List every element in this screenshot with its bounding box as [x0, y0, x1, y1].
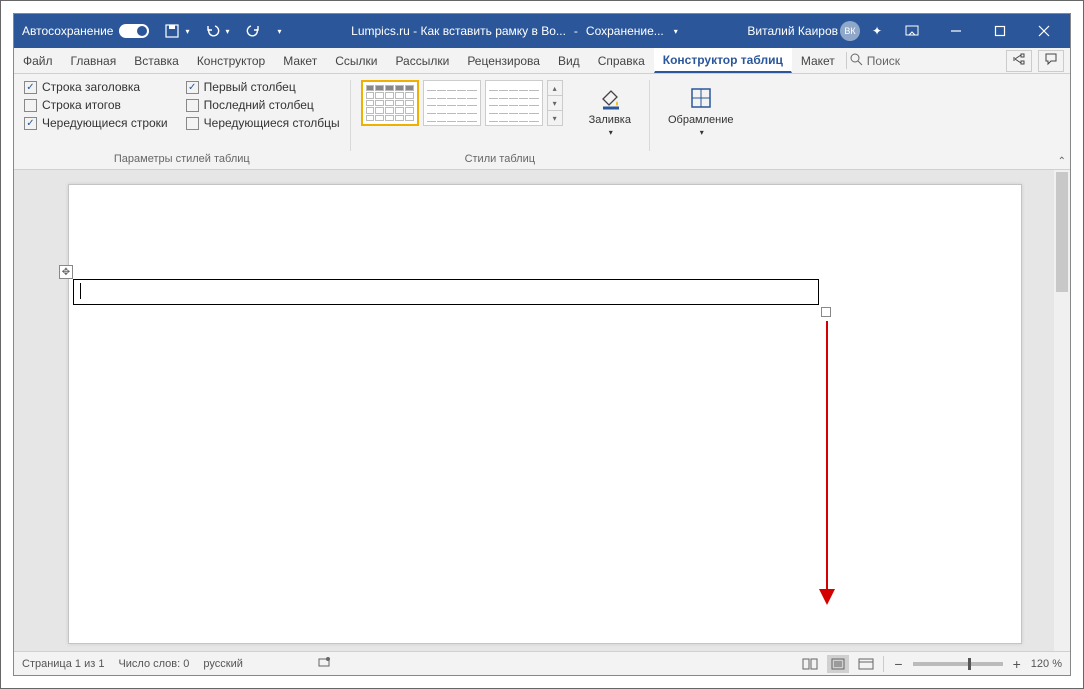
undo-button[interactable]: ▾	[200, 14, 234, 48]
autosave-toggle[interactable]: Автосохранение	[18, 14, 153, 48]
scrollbar-thumb[interactable]	[1056, 172, 1068, 292]
tab-table-design[interactable]: Конструктор таблиц	[654, 48, 792, 73]
zoom-slider-handle[interactable]	[968, 658, 971, 670]
zoom-level[interactable]: 120 %	[1031, 658, 1062, 670]
checkbox-total-row[interactable]: Строка итогов	[24, 98, 168, 112]
vertical-scrollbar[interactable]	[1054, 170, 1070, 651]
view-web-layout[interactable]	[855, 655, 877, 673]
macro-record-icon[interactable]	[317, 655, 331, 672]
group-label: Параметры стилей таблиц	[24, 153, 340, 167]
language-indicator[interactable]: русский	[203, 658, 242, 670]
user-name: Виталий Каиров	[747, 24, 838, 38]
tab-references[interactable]: Ссылки	[326, 48, 386, 73]
tab-help[interactable]: Справка	[589, 48, 654, 73]
statusbar: Страница 1 из 1 Число слов: 0 русский − …	[14, 651, 1070, 675]
chevron-down-icon: ▾	[700, 128, 704, 137]
chevron-down-icon: ▾	[278, 27, 282, 36]
toggle-switch-icon	[119, 24, 149, 38]
gallery-more-button[interactable]: ▴▾▾	[547, 80, 563, 126]
close-button[interactable]	[1022, 14, 1066, 48]
ribbon-tabs: Файл Главная Вставка Конструктор Макет С…	[14, 48, 1070, 74]
checkbox-last-column[interactable]: Последний столбец	[186, 98, 340, 112]
table-resize-handle[interactable]	[821, 307, 831, 317]
word-count[interactable]: Число слов: 0	[118, 658, 189, 670]
chevron-down-icon: ▾	[609, 128, 613, 137]
ribbon-display-button[interactable]	[890, 14, 934, 48]
titlebar: Автосохранение ▾ ▾ ▾ Lumpics.ru - Как вс…	[14, 14, 1070, 48]
group-borders: Обрамление ▾	[650, 74, 752, 169]
tab-insert[interactable]: Вставка	[125, 48, 188, 73]
table-style-thumb[interactable]	[361, 80, 419, 126]
borders-icon	[687, 84, 715, 112]
window-frame: Автосохранение ▾ ▾ ▾ Lumpics.ru - Как вс…	[0, 0, 1084, 689]
save-status: Сохранение...	[586, 24, 664, 38]
tab-review[interactable]: Рецензирова	[458, 48, 549, 73]
tab-mailings[interactable]: Рассылки	[386, 48, 458, 73]
maximize-button[interactable]	[978, 14, 1022, 48]
group-table-style-options: ✓Строка заголовка Строка итогов ✓Чередую…	[14, 74, 350, 169]
paint-bucket-icon	[596, 84, 624, 112]
user-account[interactable]: Виталий Каиров ВК	[743, 14, 864, 48]
table-cell[interactable]	[73, 279, 819, 305]
tab-view[interactable]: Вид	[549, 48, 589, 73]
chevron-down-icon: ▾	[185, 27, 189, 36]
tab-file[interactable]: Файл	[14, 48, 62, 73]
avatar: ВК	[840, 21, 860, 41]
checkbox-first-column[interactable]: ✓Первый столбец	[186, 80, 340, 94]
tab-table-layout[interactable]: Макет	[792, 48, 844, 73]
share-icon	[1012, 52, 1026, 69]
save-icon	[163, 22, 181, 40]
text-cursor	[80, 283, 81, 299]
group-table-styles: ▴▾▾ Заливка ▾ Стили таблиц	[351, 74, 649, 169]
collapse-ribbon-button[interactable]: ⌃	[1058, 156, 1066, 167]
comment-icon	[1044, 52, 1058, 69]
ribbon: ✓Строка заголовка Строка итогов ✓Чередую…	[14, 74, 1070, 170]
tab-design[interactable]: Конструктор	[188, 48, 274, 73]
app-window: Автосохранение ▾ ▾ ▾ Lumpics.ru - Как вс…	[13, 13, 1071, 676]
ribbon-options-icon	[903, 22, 921, 40]
qat-customize[interactable]: ▾	[272, 14, 286, 48]
search-icon	[849, 52, 863, 69]
table-style-thumb[interactable]	[423, 80, 481, 126]
search-box[interactable]: Поиск	[849, 48, 900, 73]
document-area: ✥	[14, 170, 1070, 651]
undo-icon	[204, 22, 222, 40]
page[interactable]: ✥	[68, 184, 1022, 644]
chevron-down-icon: ▾	[226, 27, 230, 36]
share-button[interactable]	[1006, 50, 1032, 72]
checkbox-header-row[interactable]: ✓Строка заголовка	[24, 80, 168, 94]
annotation-arrow	[817, 319, 837, 609]
sparkle-icon: ✦	[868, 22, 886, 40]
tab-home[interactable]: Главная	[62, 48, 126, 73]
save-button[interactable]: ▾	[159, 14, 193, 48]
autosave-label: Автосохранение	[22, 24, 113, 38]
search-label: Поиск	[867, 54, 900, 68]
checkbox-banded-rows[interactable]: ✓Чередующиеся строки	[24, 116, 168, 130]
zoom-in-button[interactable]: +	[1009, 656, 1025, 672]
page-indicator[interactable]: Страница 1 из 1	[22, 658, 104, 670]
chevron-down-icon[interactable]: ▾	[674, 27, 678, 36]
table-move-handle[interactable]: ✥	[59, 265, 73, 279]
shading-button[interactable]: Заливка ▾	[581, 80, 639, 141]
zoom-out-button[interactable]: −	[890, 656, 906, 672]
tab-layout[interactable]: Макет	[274, 48, 326, 73]
table-style-thumb[interactable]	[485, 80, 543, 126]
zoom-slider[interactable]	[913, 662, 1003, 666]
coming-soon-button[interactable]: ✦	[864, 14, 890, 48]
minimize-button[interactable]	[934, 14, 978, 48]
comments-button[interactable]	[1038, 50, 1064, 72]
checkbox-banded-columns[interactable]: Чередующиеся столбцы	[186, 116, 340, 130]
view-print-layout[interactable]	[827, 655, 849, 673]
table-styles-gallery[interactable]: ▴▾▾	[361, 80, 563, 126]
redo-button[interactable]	[240, 14, 266, 48]
redo-icon	[244, 22, 262, 40]
group-label: Стили таблиц	[361, 153, 639, 167]
view-read-mode[interactable]	[799, 655, 821, 673]
document-title: Lumpics.ru - Как вставить рамку в Во...	[351, 24, 566, 38]
borders-button[interactable]: Обрамление ▾	[660, 80, 742, 141]
